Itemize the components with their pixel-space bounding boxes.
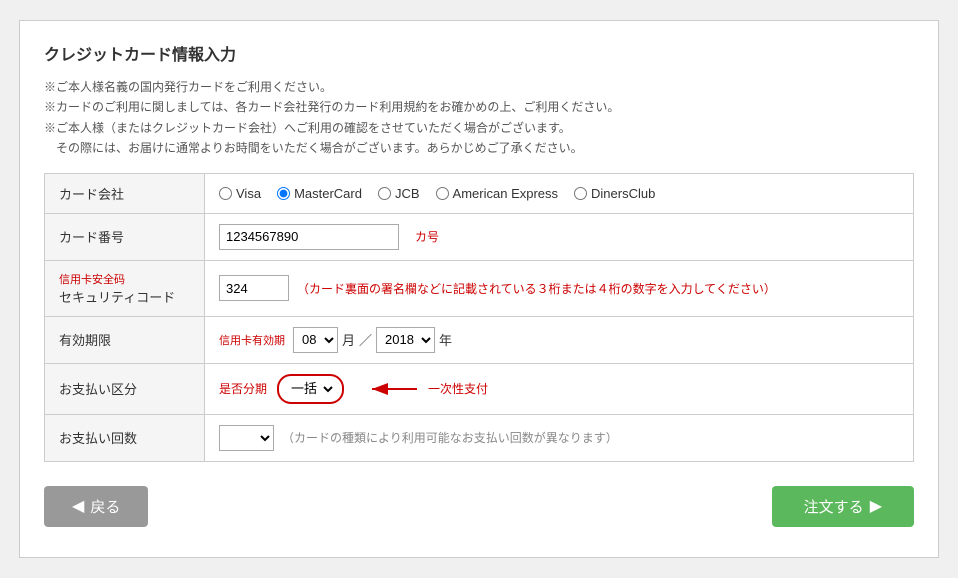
expiry-year-unit: 年 — [439, 330, 452, 349]
radio-input-mastercard[interactable] — [277, 187, 290, 200]
security-code-input[interactable] — [219, 275, 289, 301]
payment-count-row: （カードの種類により利用可能なお支払い回数が異なります） — [219, 425, 899, 451]
security-annotation: 信用卡安全码 — [59, 274, 125, 286]
back-button-label: 戻る — [90, 496, 120, 517]
back-icon: ◀ — [72, 496, 84, 516]
payment-type-label: お支払い区分 — [45, 363, 205, 414]
payment-count-select[interactable] — [219, 425, 274, 451]
expiry-annotation: 信用卡有効期 — [219, 332, 285, 348]
notice-block: ※ご本人様名義の国内発行カードをご利用ください。 ※カードのご利用に関しましては… — [44, 77, 914, 159]
radio-input-diners[interactable] — [574, 187, 587, 200]
radio-amex[interactable]: American Express — [436, 186, 558, 201]
expiry-year-select[interactable]: 2018 2019 2020 2021 2022 2023 2024 2025 — [376, 327, 435, 353]
radio-diners[interactable]: DinersClub — [574, 186, 655, 201]
security-hint: （カード裏面の署名欄などに記載されている３桁または４桁の数字を入力してください） — [297, 280, 776, 297]
card-number-suffix: カ号 — [415, 228, 439, 245]
payment-count-hint: （カードの種類により利用可能なお支払い回数が異なります） — [282, 429, 618, 446]
payment-type-select[interactable]: 一括 分割 — [285, 376, 336, 402]
arrow-annotation: 一次性支付 — [362, 375, 488, 403]
page-title: クレジットカード情報入力 — [44, 41, 914, 65]
radio-label-diners: DinersClub — [591, 186, 655, 201]
payment-type-row: 是否分期 一括 分割 — [219, 374, 899, 404]
radio-input-jcb[interactable] — [378, 187, 391, 200]
order-button-label: 注文する — [804, 496, 864, 517]
radio-jcb[interactable]: JCB — [378, 186, 420, 201]
card-number-input[interactable] — [219, 224, 399, 250]
radio-input-visa[interactable] — [219, 187, 232, 200]
payment-annotation: 是否分期 — [219, 380, 267, 397]
card-company-label: カード会社 — [45, 173, 205, 213]
expiry-row: 信用卡有効期 01 02 03 04 05 06 07 08 09 10 11 … — [219, 327, 899, 353]
expiry-month-select[interactable]: 01 02 03 04 05 06 07 08 09 10 11 12 — [293, 327, 338, 353]
expiry-label: 有効期限 — [45, 316, 205, 363]
ikkatsu-wrapper[interactable]: 一括 分割 — [277, 374, 344, 404]
button-row: ◀ 戻る 注文する ▶ — [44, 486, 914, 527]
radio-label-amex: American Express — [453, 186, 558, 201]
arrow-icon — [362, 375, 422, 403]
card-company-radio-group: Visa MasterCard JCB American Express — [219, 186, 899, 201]
card-number-label: カード番号 — [45, 213, 205, 260]
expiry-month-unit: 月 — [342, 330, 355, 349]
security-row: （カード裏面の署名欄などに記載されている３桁または４桁の数字を入力してください） — [219, 275, 899, 301]
payment-count-label: お支払い回数 — [45, 414, 205, 461]
radio-label-visa: Visa — [236, 186, 261, 201]
order-button[interactable]: 注文する ▶ — [772, 486, 914, 527]
credit-card-form: カード会社 Visa MasterCard JCB — [44, 173, 914, 462]
back-button[interactable]: ◀ 戻る — [44, 486, 148, 527]
radio-input-amex[interactable] — [436, 187, 449, 200]
expiry-slash: ／ — [359, 330, 372, 349]
order-icon: ▶ — [870, 496, 882, 516]
arrow-text: 一次性支付 — [428, 380, 488, 397]
radio-mastercard[interactable]: MasterCard — [277, 186, 362, 201]
radio-label-mastercard: MasterCard — [294, 186, 362, 201]
security-code-label: 信用卡安全码 セキュリティコード — [45, 260, 205, 316]
radio-label-jcb: JCB — [395, 186, 420, 201]
radio-visa[interactable]: Visa — [219, 186, 261, 201]
